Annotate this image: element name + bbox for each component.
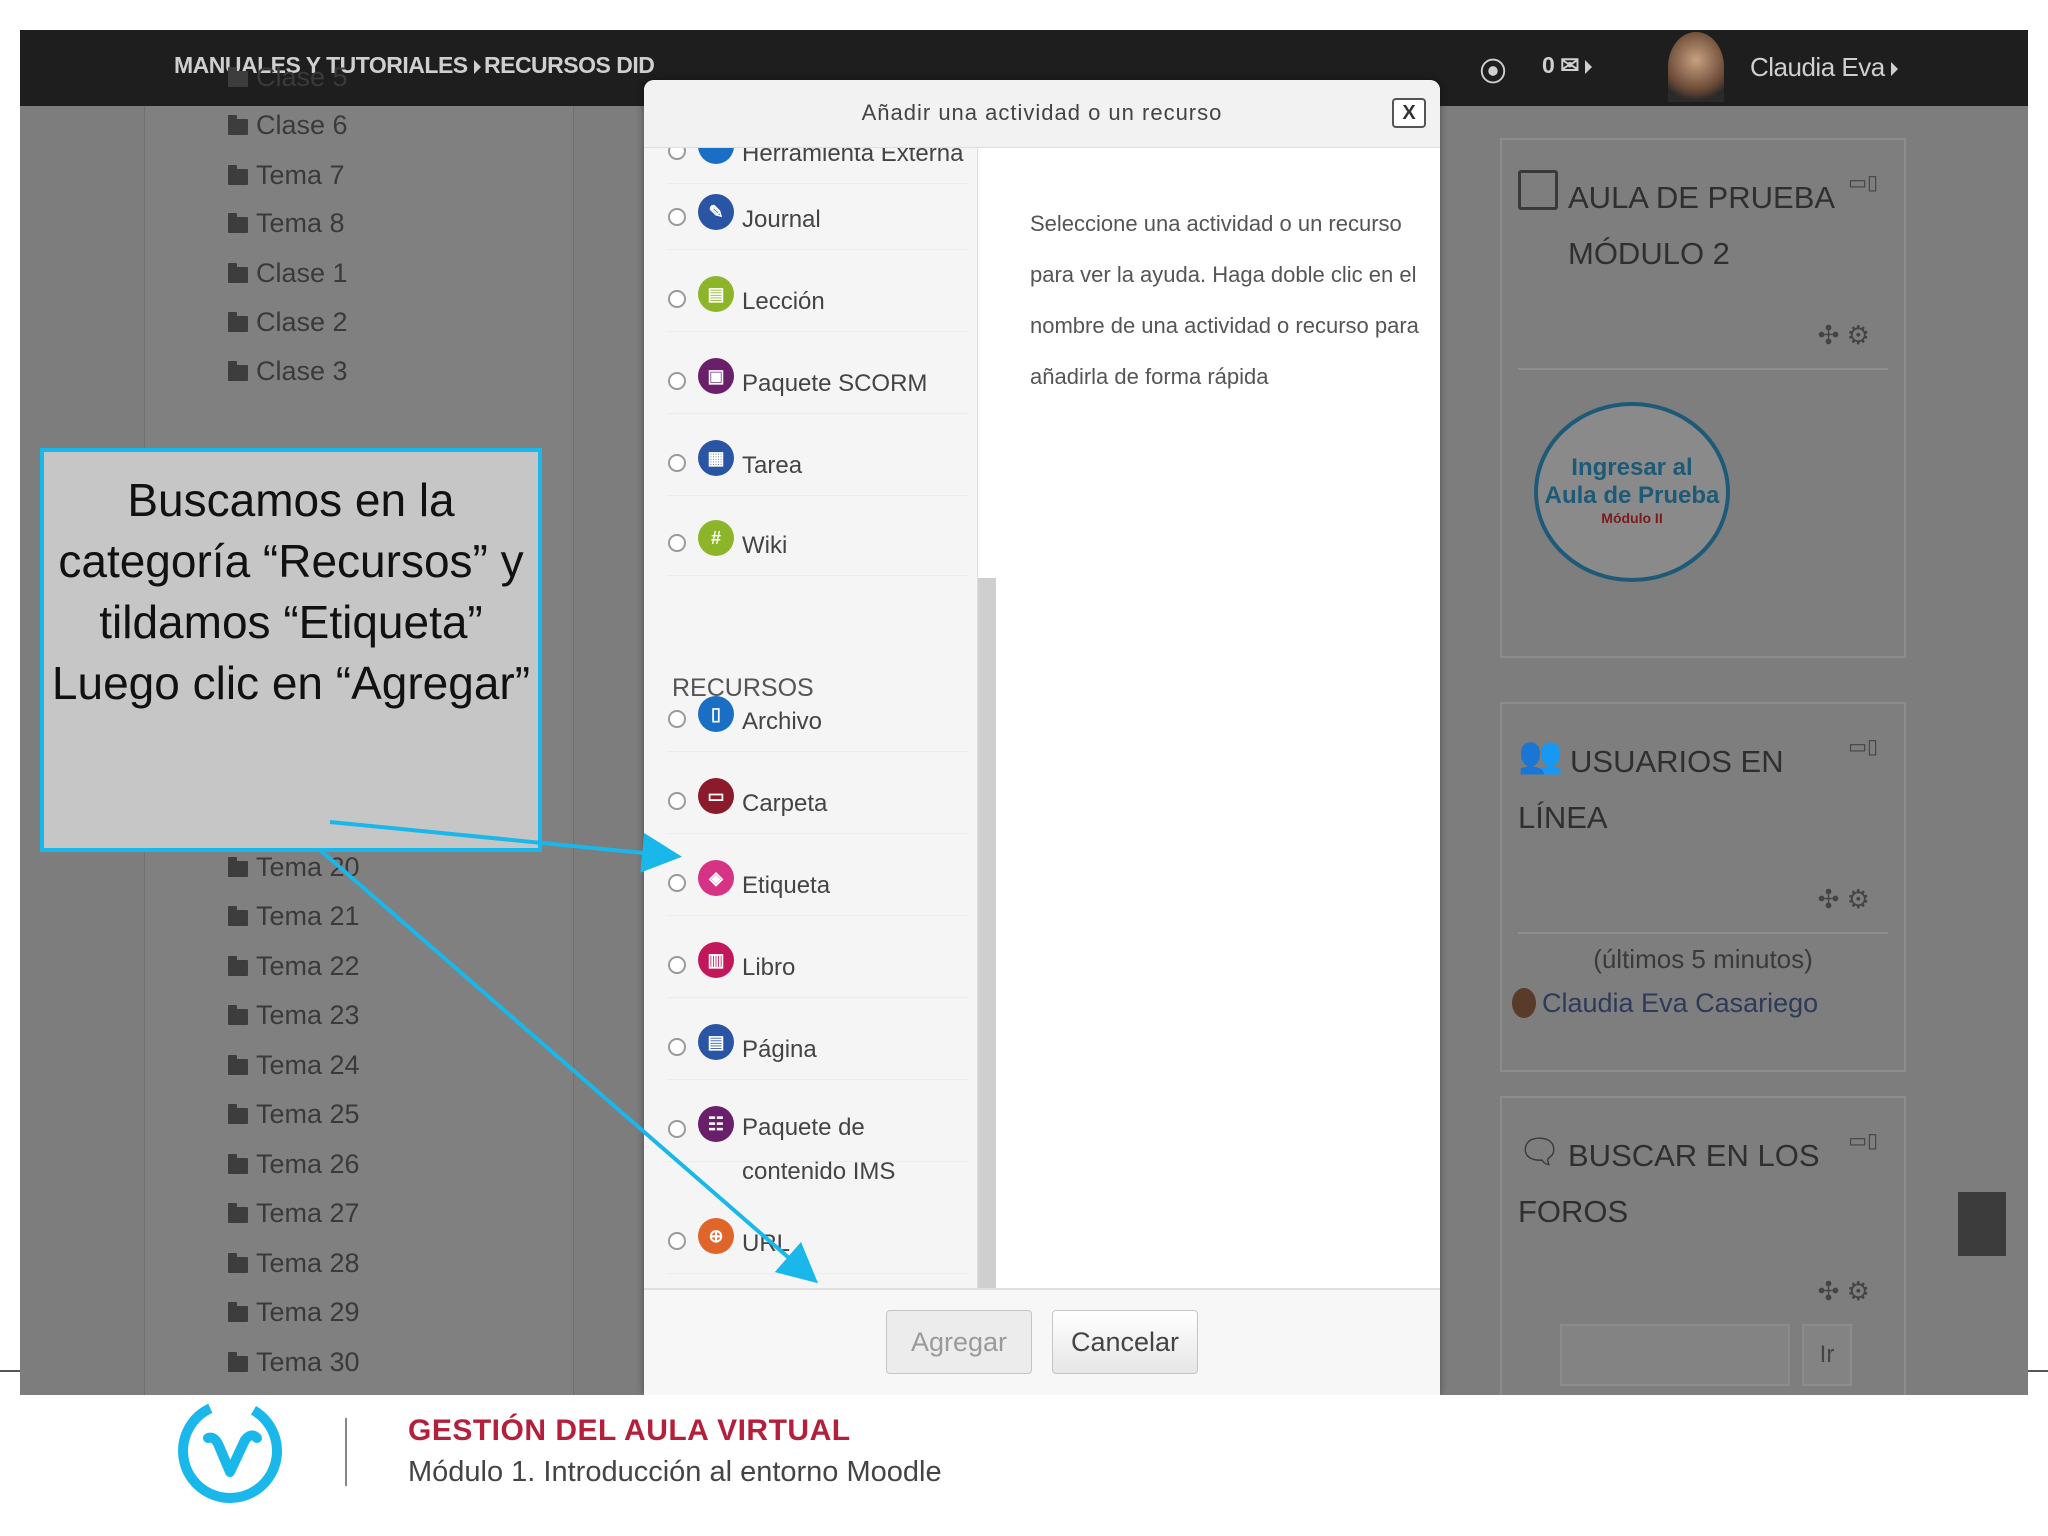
- brand-divider: [345, 1418, 347, 1486]
- footer-line: [0, 1370, 20, 1372]
- arrow-to-agregar: [318, 848, 819, 1284]
- course-title: GESTIÓN DEL AULA VIRTUAL: [408, 1414, 851, 1447]
- moodle-screenshot: MANUALES Y TUTORIALES RECURSOS DID ⦿ 0 ✉…: [20, 30, 2028, 1395]
- footer-line: [2028, 1370, 2048, 1372]
- module-subtitle: Módulo 1. Introducción al entorno Moodle: [408, 1456, 942, 1488]
- callout-arrows: [318, 820, 819, 1284]
- brand-logo-icon: [178, 1399, 282, 1503]
- arrow-to-etiqueta: [329, 820, 682, 873]
